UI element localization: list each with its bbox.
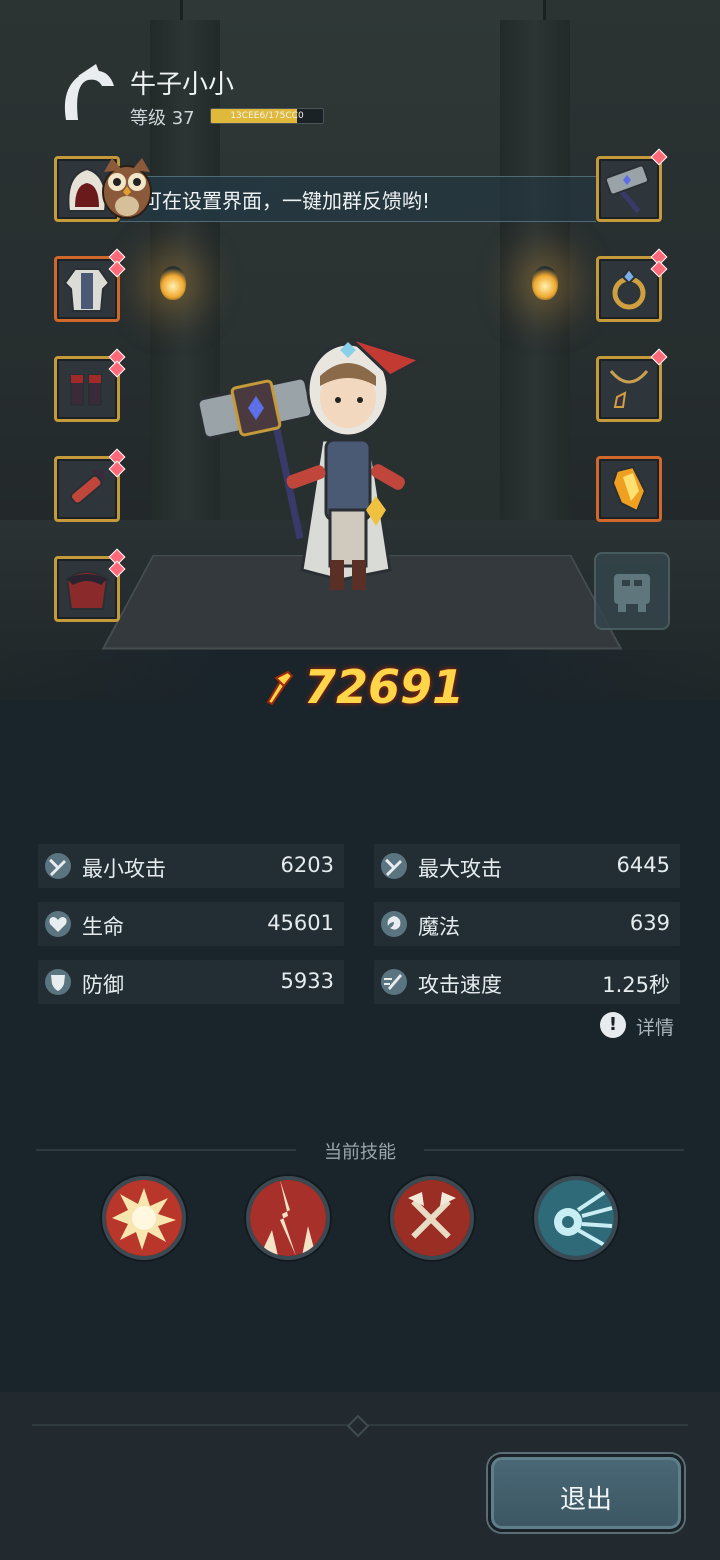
crossed-axes-skill-icon (394, 1180, 470, 1256)
combat-power: 72691 (0, 650, 720, 720)
equip-slot-boots[interactable] (54, 348, 126, 422)
exit-button[interactable]: 退出 (488, 1454, 684, 1532)
equip-slot-armor[interactable] (54, 248, 126, 322)
bracer-icon (69, 469, 105, 505)
power-sword-icon (266, 670, 294, 706)
stat-value: 639 (629, 911, 670, 935)
owl-mascot-icon (102, 158, 152, 219)
equip-slot-weapon[interactable] (596, 148, 668, 222)
robe-icon (63, 268, 111, 312)
stat-label: 最大攻击 (418, 857, 502, 881)
explosion-skill-icon (106, 1180, 182, 1256)
details-label: 详情 (636, 1017, 675, 1039)
stat-min-attack: 最小攻击 6203 (38, 844, 344, 888)
footer-divider-ornament (346, 1414, 370, 1438)
stat-value: 6445 (616, 853, 670, 877)
player-avatar-icon[interactable] (56, 62, 120, 126)
cape-icon (65, 571, 109, 610)
exit-button-label: 退出 (559, 1485, 612, 1515)
stat-label: 防御 (82, 973, 124, 997)
stat-value: 5933 (280, 969, 334, 993)
stat-max-attack: 最大攻击 6445 (374, 844, 680, 888)
player-level: 等级 37 (130, 108, 195, 129)
stat-mp: 魔法 639 (374, 902, 680, 946)
skill-slot-2[interactable] (246, 1176, 330, 1260)
necklace-icon (609, 370, 649, 408)
skill-slot-1[interactable] (102, 1176, 186, 1260)
stat-attack-speed: 攻击速度 1.25秒 (374, 960, 680, 1004)
notice-banner: 可在设置界面，一键加群反馈哟! (120, 176, 596, 222)
footer-bar: 退出 (0, 1392, 720, 1560)
hammer-icon (604, 164, 650, 214)
sword-icon (381, 853, 407, 879)
heart-icon (45, 911, 71, 937)
ring-icon (612, 267, 646, 310)
stat-label: 生命 (82, 915, 124, 939)
equip-slot-ring[interactable] (596, 248, 668, 322)
skill-slot-3[interactable] (390, 1176, 474, 1260)
stat-value: 45601 (267, 911, 334, 935)
mount-icon (614, 574, 650, 612)
stat-hp: 生命 45601 (38, 902, 344, 946)
equip-slot-mount[interactable] (594, 552, 670, 630)
boots-icon (70, 374, 102, 406)
exp-text: 13CEE6/175CC0 (230, 111, 304, 121)
shield-icon (45, 969, 71, 995)
stat-label: 魔法 (418, 915, 460, 939)
sword-icon (45, 853, 71, 879)
equip-slot-crystal[interactable] (596, 456, 662, 522)
speed-icon (381, 969, 407, 995)
energy-orb-skill-icon (538, 1180, 614, 1256)
stat-value: 1.25秒 (602, 973, 670, 997)
combat-power-value: 72691 (304, 660, 465, 714)
equip-slot-necklace[interactable] (596, 348, 668, 422)
magic-icon (381, 911, 407, 937)
stat-defense: 防御 5933 (38, 960, 344, 1004)
skills-title: 当前技能 (324, 1142, 396, 1163)
equip-slot-bracer[interactable] (54, 448, 126, 522)
skills-divider-right (424, 1149, 684, 1151)
stat-label: 攻击速度 (418, 973, 502, 997)
player-name: 牛子小小 (130, 70, 235, 100)
stat-value: 6203 (280, 853, 334, 877)
notice-text: 可在设置界面，一键加群反馈哟! (142, 189, 431, 213)
skill-slot-4[interactable] (534, 1176, 618, 1260)
stat-label: 最小攻击 (82, 857, 166, 881)
torch-right (532, 266, 558, 300)
info-icon: ! (600, 1012, 626, 1038)
torch-left (160, 266, 186, 300)
crystal-icon (611, 465, 647, 513)
hero-character (196, 336, 424, 590)
exp-bar: 13CEE6/175CC0 (210, 108, 324, 124)
skills-divider-left (36, 1149, 296, 1151)
equip-slot-cape[interactable] (54, 548, 126, 622)
lightning-skill-icon (250, 1180, 326, 1256)
